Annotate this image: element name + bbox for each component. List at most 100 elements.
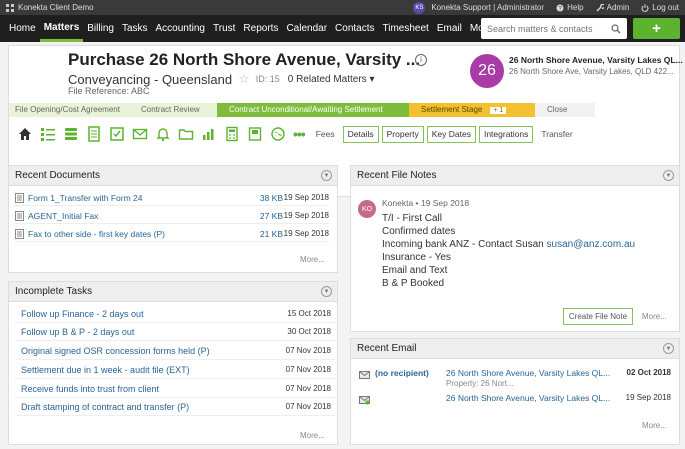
add-button[interactable]: + <box>633 18 680 39</box>
matter-type: Conveyancing - Queensland <box>68 71 233 87</box>
nav-timesheet[interactable]: Timesheet <box>379 15 433 42</box>
create-file-note-button[interactable]: Create File Note <box>563 308 633 325</box>
star-icon[interactable]: ☆ <box>238 71 250 87</box>
stack-icon[interactable] <box>61 124 81 144</box>
tab-transfer[interactable]: Transfer <box>536 125 578 143</box>
app-name-group: Konekta Client Demo <box>6 3 94 12</box>
folder-icon[interactable] <box>176 124 196 144</box>
related-matters-dropdown[interactable]: 0 Related Matters ▾ <box>288 74 375 85</box>
card-title: Recent File Notes <box>357 170 437 181</box>
stage-extra-count: + 1 <box>490 107 507 114</box>
nav-home[interactable]: Home <box>5 15 40 42</box>
task-date: 15 Oct 2018 <box>287 309 331 318</box>
info-icon[interactable]: i <box>415 54 427 66</box>
nav-tasks[interactable]: Tasks <box>118 15 152 42</box>
stage-progress: File Opening/Cost Agreement Contract Rev… <box>9 103 681 117</box>
task-row[interactable]: Settlement due in 1 week - audit file (E… <box>15 361 335 379</box>
envelope-icon <box>359 371 370 379</box>
help-link[interactable]: ? Help <box>556 3 584 12</box>
email-recipient: (no recipient) <box>375 368 429 378</box>
task-row[interactable]: Draft stamping of contract and transfer … <box>15 398 335 416</box>
home-icon[interactable] <box>15 124 35 144</box>
tab-details[interactable]: Details <box>342 125 379 143</box>
email-link[interactable]: susan@anz.com.au <box>547 239 636 250</box>
client-badge: 26 <box>470 54 504 88</box>
document-row[interactable]: Form 1_Transfer with Form 24 38 KB 19 Se… <box>15 190 329 206</box>
recent-documents-header: Recent Documents ▼ <box>9 166 337 186</box>
task-row[interactable]: Receive funds into trust from client 07 N… <box>15 380 335 398</box>
tab-fees[interactable]: Fees <box>310 125 340 143</box>
document-icon[interactable] <box>84 124 104 144</box>
tab-property[interactable]: Property <box>381 125 424 143</box>
search-icon[interactable] <box>611 23 621 34</box>
tab-key-dates[interactable]: Key Dates <box>426 125 476 143</box>
bar-chart-icon[interactable] <box>199 124 219 144</box>
document-name: Form 1_Transfer with Form 24 <box>28 192 143 203</box>
task-row[interactable]: Original signed OSR concession forms hel… <box>15 342 335 360</box>
stage-contract-review[interactable]: Contract Review <box>129 103 217 117</box>
globe-icon[interactable] <box>268 124 288 144</box>
more-link[interactable]: More... <box>642 312 667 321</box>
app-name: Konekta Client Demo <box>18 3 94 12</box>
search-input[interactable] <box>487 23 607 34</box>
nav-trust[interactable]: Trust <box>209 15 239 42</box>
document-row[interactable]: Fax to other side - first key dates (P) … <box>15 226 329 242</box>
nav-reports[interactable]: Reports <box>239 15 282 42</box>
document-date: 19 Sep 2018 <box>283 193 329 202</box>
top-status-bar: Konekta Client Demo KS Konekta Support |… <box>0 0 685 15</box>
nav-matters[interactable]: Matters <box>39 15 84 42</box>
task-row[interactable]: Follow up Finance - 2 days out 15 Oct 201… <box>15 305 335 323</box>
document-date: 19 Sep 2018 <box>283 229 329 238</box>
stage-label: Close <box>547 105 568 114</box>
ledger-icon[interactable] <box>245 124 265 144</box>
calculator-icon[interactable] <box>222 124 242 144</box>
stage-file-opening[interactable]: File Opening/Cost Agreement <box>9 103 129 117</box>
nav-contacts[interactable]: Contacts <box>331 15 378 42</box>
tab-integrations[interactable]: Integrations <box>478 125 534 143</box>
document-date: 19 Sep 2018 <box>283 211 329 220</box>
user-menu[interactable]: KS Konekta Support | Administrator <box>413 1 545 14</box>
task-name: Follow up Finance - 2 days out <box>21 308 144 319</box>
collapse-icon[interactable]: ▼ <box>321 170 332 181</box>
logout-link[interactable]: Log out <box>641 3 679 12</box>
email-property: Property: 26 Nort... <box>446 379 514 388</box>
note-meta: Konekta • 19 Sep 2018 <box>382 198 470 208</box>
email-row[interactable]: 26 North Shore Avenue, Varsity Lakes QL.… <box>357 393 671 407</box>
grid-icon <box>6 3 14 12</box>
matter-title: Purchase 26 North Shore Avenue, Varsity … <box>68 50 421 69</box>
nav-email[interactable]: Email <box>433 15 466 42</box>
task-date: 07 Nov 2018 <box>285 384 331 393</box>
client-name[interactable]: 26 North Shore Avenue, Varsity Lakes QL.… <box>509 55 683 65</box>
logout-label: Log out <box>652 3 679 12</box>
task-row[interactable]: Follow up B & P - 2 days out 30 Oct 2018 <box>15 323 335 341</box>
note-line: Confirmed dates <box>382 226 456 237</box>
collapse-icon[interactable]: ▼ <box>663 343 674 354</box>
nav-billing[interactable]: Billing <box>83 15 118 42</box>
more-link[interactable]: More... <box>300 255 325 264</box>
more-link[interactable]: More... <box>642 421 667 430</box>
more-options-icon[interactable]: ••• <box>293 126 306 142</box>
stage-contract-unconditional[interactable]: Contract Unconditional/Awaiting Settleme… <box>217 103 409 117</box>
list-icon[interactable] <box>38 124 58 144</box>
document-row[interactable]: AGENT_Initial Fax 27 KB 19 Sep 2018 <box>15 208 329 224</box>
user-avatar: KS <box>413 1 426 14</box>
file-icon <box>15 192 24 203</box>
stage-label: File Opening/Cost Agreement <box>15 105 120 114</box>
file-icon <box>15 210 24 221</box>
checklist-icon[interactable] <box>107 124 127 144</box>
more-link[interactable]: More... <box>300 431 325 440</box>
collapse-icon[interactable]: ▼ <box>321 286 332 297</box>
mail-icon[interactable] <box>130 124 150 144</box>
email-row[interactable]: (no recipient) 26 North Shore Avenue, Va… <box>357 368 671 392</box>
matter-subtitle-row: Conveyancing - Queensland ☆ ID: 15 0 Rel… <box>68 71 374 87</box>
collapse-icon[interactable]: ▼ <box>663 170 674 181</box>
power-icon <box>641 4 649 12</box>
nav-calendar[interactable]: Calendar <box>282 15 331 42</box>
main-nav: Home Matters Billing Tasks Accounting Tr… <box>0 15 685 42</box>
nav-accounting[interactable]: Accounting <box>152 15 209 42</box>
admin-link[interactable]: Admin <box>596 3 629 12</box>
stage-settlement[interactable]: Settlement Stage + 1 <box>409 103 535 117</box>
bell-icon[interactable] <box>153 124 173 144</box>
user-label: Konekta Support | Administrator <box>431 3 545 12</box>
stage-close[interactable]: Close <box>535 103 595 117</box>
